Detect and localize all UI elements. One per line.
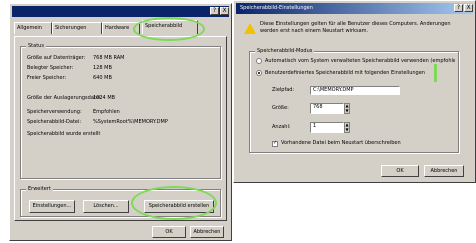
overwrite-label: Vorhandene Datei beim Neustart überschre… — [281, 140, 401, 146]
info-value: Empfohlen — [93, 109, 120, 115]
radio-automatic-label: Automatisch vom System verwalteten Speic… — [265, 58, 455, 64]
help-button[interactable]: ? — [454, 4, 463, 12]
radio-automatic[interactable] — [256, 58, 262, 64]
size-label: Größe: — [272, 105, 289, 111]
title-bar: Speicherabbild-Einstellungen — [236, 3, 473, 14]
create-dump-button[interactable]: Speicherabbild erstellen — [144, 200, 214, 213]
info-label: Belegter Speicher: — [27, 65, 74, 71]
path-label: Zielpfad: — [272, 87, 295, 93]
size-spinner[interactable]: ▲ ▼ — [344, 103, 350, 114]
warning-text: Diese Einstellungen gelten für alle Benu… — [260, 21, 451, 34]
info-label: Speicherverwendung: — [27, 109, 82, 115]
status-note: Speicherabbild wurde erstellt — [27, 131, 101, 137]
help-button[interactable]: ? — [210, 7, 219, 15]
info-label: Speicherabbild-Datei: — [27, 119, 82, 125]
path-field[interactable]: C:\MEMORY.DMP — [310, 86, 400, 95]
status-group-title: Status — [26, 42, 46, 51]
highlight-bar — [434, 64, 437, 82]
info-value: %SystemRoot%\MEMORY.DMP — [93, 119, 168, 125]
advanced-group-title: Erweitert — [26, 185, 53, 194]
settings-button[interactable]: Einstellungen... — [29, 200, 75, 213]
info-label: Freier Speicher: — [27, 75, 67, 81]
info-label: Größe der Auslagerungsdatei: — [27, 95, 103, 101]
tab-strip: Allgemein Sicherungen Hardware Speichera… — [14, 20, 226, 36]
tab-panel: Status Größe auf Datenträger: 768 MB RAM… — [14, 36, 227, 221]
info-value: 768 MB RAM — [93, 55, 125, 61]
overwrite-checkbox[interactable]: ✓ — [272, 140, 278, 147]
info-value: 128 MB — [93, 65, 112, 71]
radio-custom[interactable] — [256, 70, 262, 76]
radio-custom-label: Benutzerdefiniertes Speicherabbild mit f… — [265, 70, 425, 76]
tab-backups[interactable]: Sicherungen — [52, 22, 102, 34]
memory-properties-dialog: ? X Allgemein Sicherungen Hardware Speic… — [9, 3, 232, 241]
info-label: Größe auf Datenträger: — [27, 55, 86, 61]
cancel-button[interactable]: Abbrechen — [190, 226, 224, 238]
mode-group: Speicherabbild-Modus Automatisch vom Sys… — [249, 47, 459, 153]
delete-button[interactable]: Löschen... — [83, 200, 129, 213]
advanced-group: Erweitert Einstellungen... Löschen... Sp… — [20, 185, 221, 217]
tab-general[interactable]: Allgemein — [14, 22, 52, 34]
size-field[interactable]: 768 — [310, 103, 344, 114]
close-button[interactable]: X — [220, 7, 229, 15]
mode-group-title: Speicherabbild-Modus — [255, 47, 315, 56]
left-title-bar — [12, 6, 229, 17]
tab-memory-dump[interactable]: Speicherabbild — [142, 20, 198, 34]
dump-settings-dialog: Speicherabbild-Einstellungen ? X Diese E… — [233, 0, 476, 183]
info-value: 640 MB — [93, 75, 112, 81]
count-spinner[interactable]: ▲ ▼ — [344, 122, 350, 133]
warning-icon — [244, 23, 256, 34]
count-field[interactable]: 1 — [310, 122, 344, 133]
info-value: 1024 MB — [93, 95, 116, 101]
ok-button[interactable]: OK — [152, 226, 186, 238]
cancel-button[interactable]: Abbrechen — [424, 165, 464, 177]
close-button[interactable]: X — [464, 4, 473, 12]
tab-hardware[interactable]: Hardware — [102, 22, 140, 34]
checkmark-icon: ✓ — [273, 140, 278, 146]
count-label: Anzahl: — [272, 124, 291, 130]
ok-button[interactable]: OK — [381, 165, 419, 177]
status-group: Status Größe auf Datenträger: 768 MB RAM… — [20, 42, 221, 179]
window-title: Speicherabbild-Einstellungen — [240, 5, 313, 11]
